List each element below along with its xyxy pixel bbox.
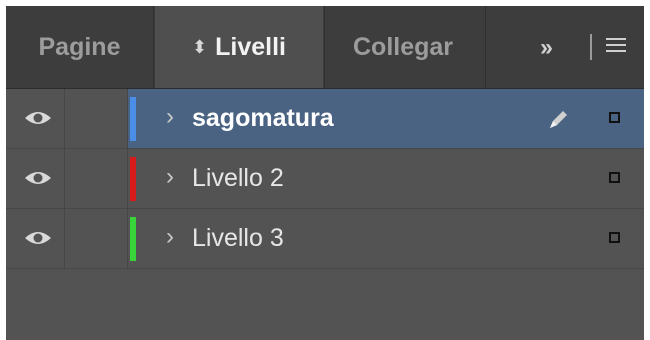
visibility-toggle[interactable] [6,89,65,148]
tab-collegamenti[interactable]: Collegar [324,6,486,88]
tab-pagine[interactable]: Pagine [6,6,154,88]
updown-arrow-icon: ⬍ [192,36,208,57]
double-chevron-icon[interactable]: ›› [540,34,553,62]
chevron-right-icon[interactable]: › [166,163,174,191]
layer-name[interactable]: Livello 3 [192,224,284,253]
eye-icon [25,112,51,124]
square-icon[interactable] [609,112,620,123]
square-icon[interactable] [609,232,620,243]
tab-divider [590,34,592,60]
layer-row-sagomatura[interactable]: › sagomatura [6,89,644,149]
lock-toggle[interactable] [65,149,128,208]
layer-name[interactable]: Livello 2 [192,164,284,193]
layer-name[interactable]: sagomatura [192,104,334,133]
layer-row-livello-2[interactable]: › Livello 2 [6,149,644,209]
tab-pagine-label: Pagine [38,32,121,61]
layers-panel: Pagine ⬍ Livelli Collegar ›› › sagomatur… [6,6,644,340]
layer-color-swatch [130,97,136,141]
layer-row-livello-3[interactable]: › Livello 3 [6,209,644,269]
visibility-toggle[interactable] [6,209,65,268]
empty-layer-area[interactable] [6,269,644,340]
eye-icon [25,172,51,184]
chevron-right-icon[interactable]: › [166,103,174,131]
visibility-toggle[interactable] [6,149,65,208]
lock-toggle[interactable] [65,209,128,268]
tab-collegamenti-label: Collegar [353,32,454,61]
chevron-right-icon[interactable]: › [166,223,174,251]
tab-livelli-label: Livelli [215,32,286,61]
square-icon[interactable] [609,172,620,183]
panel-tab-bar: Pagine ⬍ Livelli Collegar ›› [6,6,644,89]
tab-livelli[interactable]: ⬍ Livelli [155,6,323,88]
layer-color-swatch [130,157,136,201]
hamburger-menu-icon[interactable] [606,38,626,56]
pen-icon [550,111,567,128]
lock-toggle[interactable] [65,89,128,148]
eye-icon [25,232,51,244]
layer-color-swatch [130,217,136,261]
